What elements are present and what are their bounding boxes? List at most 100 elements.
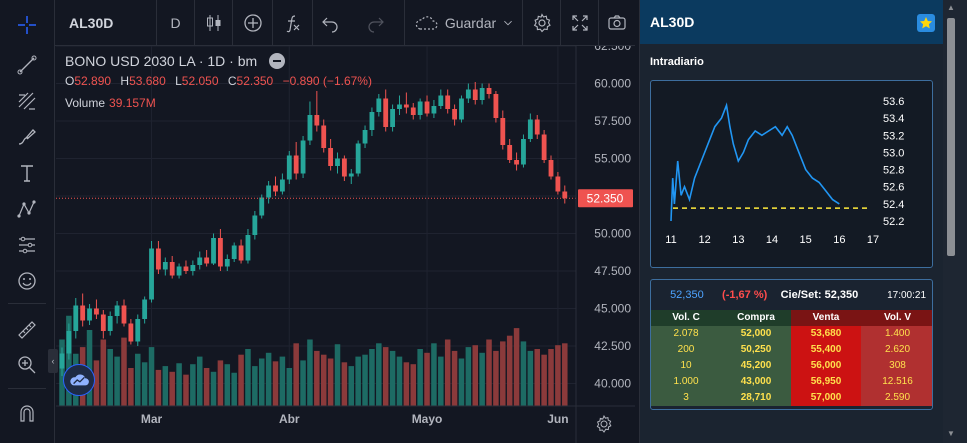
- last-price-label: 52.350: [587, 191, 624, 205]
- fullscreen-button[interactable]: [561, 0, 599, 46]
- volume-bar: [272, 361, 279, 406]
- candle: [314, 115, 320, 126]
- volume-bar: [506, 335, 513, 406]
- add-circle-icon: [243, 14, 262, 32]
- undo-button[interactable]: [313, 0, 347, 46]
- candle: [135, 319, 141, 342]
- candle: [527, 119, 533, 139]
- candle: [149, 248, 154, 300]
- volume-bar: [562, 343, 568, 406]
- price-tick-label: 55.000: [594, 152, 631, 166]
- favorite-button[interactable]: [917, 14, 935, 32]
- price-tick-label: 60.000: [594, 77, 631, 91]
- text-tool[interactable]: [10, 158, 44, 188]
- panel-scrollbar[interactable]: ▲ ▼: [943, 0, 967, 443]
- trend-line-icon: [17, 55, 37, 75]
- axis-settings-icon[interactable]: [596, 414, 612, 433]
- volume-value: 39.157M: [109, 96, 156, 110]
- volume-bar: [203, 368, 210, 406]
- intraday-y-tick: 53.0: [883, 147, 904, 159]
- volume-bar: [258, 358, 265, 406]
- scroll-up-icon[interactable]: ▲: [947, 4, 955, 12]
- candle: [376, 98, 382, 112]
- vol-c-cell: 10: [651, 358, 721, 374]
- panel-header: AL30D: [640, 0, 944, 44]
- time-tick-label: Mar: [141, 412, 163, 426]
- section-title: Intradiario: [650, 56, 704, 68]
- open-value: 52.890: [74, 74, 112, 88]
- candles-icon: [206, 15, 220, 31]
- volume-bar: [224, 364, 231, 406]
- order-book-header: Vol. C Compra Venta Vol. V: [651, 310, 932, 326]
- order-book-table: Vol. C Compra Venta Vol. V 2.078 52,000 …: [651, 310, 932, 406]
- candle: [390, 109, 396, 127]
- volume-bar: [265, 352, 272, 406]
- price-tick-label: 50.000: [594, 227, 631, 241]
- crosshair-icon: [18, 16, 36, 34]
- volume-bar: [196, 356, 203, 406]
- time-tick-label: Abr: [279, 412, 300, 426]
- expand-toolbar-tab[interactable]: ‹: [48, 349, 58, 373]
- main-chart[interactable]: 62.50060.00057.50055.00052.50050.00047.5…: [48, 46, 635, 443]
- settings-button[interactable]: [523, 0, 561, 46]
- emoji-tool[interactable]: [10, 266, 44, 296]
- candle: [493, 94, 499, 118]
- legend-collapse-button[interactable]: [269, 53, 286, 69]
- ruler-tool[interactable]: [10, 315, 44, 345]
- magnet-tool[interactable]: [10, 398, 44, 428]
- smiley-icon: [18, 272, 36, 290]
- volume-bar: [169, 371, 175, 406]
- indicators-button[interactable]: [273, 0, 313, 46]
- candle: [355, 143, 361, 174]
- candle: [273, 185, 278, 192]
- candle: [245, 235, 251, 261]
- candle: [162, 262, 168, 270]
- volume-bar: [210, 371, 217, 406]
- low-value: 52.050: [181, 74, 219, 88]
- forecast-tool[interactable]: [10, 230, 44, 260]
- table-row: 3 28,710 57,000 2.590: [651, 390, 932, 406]
- candle: [156, 248, 161, 270]
- candle: [279, 179, 285, 192]
- intraday-canvas: 53.6 53.4 53.2 53.0 52.8 52.6 52.4 52.2 11 12 13 14…: [665, 96, 904, 246]
- candle: [410, 107, 416, 115]
- candle: [87, 308, 92, 321]
- volume-bar: [534, 349, 540, 406]
- candle: [562, 191, 568, 199]
- ruler-icon: [18, 321, 36, 339]
- compare-button[interactable]: [233, 0, 273, 46]
- volume-bar: [245, 349, 251, 406]
- save-button[interactable]: Guardar: [405, 0, 523, 46]
- volume-bar: [451, 350, 458, 406]
- candle: [190, 265, 196, 271]
- candle: [521, 139, 526, 165]
- forecast-icon: [19, 236, 35, 254]
- magnet-icon: [20, 405, 34, 422]
- volume-bar: [121, 337, 127, 406]
- fib-tool[interactable]: [10, 86, 44, 116]
- scroll-down-icon[interactable]: ▼: [947, 430, 955, 438]
- candle: [266, 185, 272, 198]
- gear-icon: [533, 13, 551, 33]
- trend-line-tool[interactable]: [10, 50, 44, 80]
- venta-cell: 55,400: [791, 342, 861, 358]
- volume-bar: [493, 350, 499, 406]
- scrollbar-thumb[interactable]: [947, 18, 955, 256]
- chart-type-button[interactable]: [195, 0, 233, 46]
- candle: [362, 130, 368, 144]
- crosshair-tool[interactable]: [10, 10, 44, 40]
- vol-v-cell: 12.516: [861, 374, 932, 390]
- zoom-tool[interactable]: [10, 350, 44, 380]
- toolbar-divider: [8, 388, 46, 389]
- brush-tool[interactable]: [10, 122, 44, 152]
- text-icon: [21, 165, 33, 182]
- snapshot-button[interactable]: [599, 0, 635, 46]
- cloud-button[interactable]: [63, 364, 95, 396]
- interval-button[interactable]: D: [157, 0, 195, 46]
- candle: [94, 308, 99, 315]
- symbol-search-button[interactable]: AL30D: [55, 0, 157, 46]
- volume-bar: [190, 364, 196, 406]
- candle: [335, 158, 340, 166]
- pattern-tool[interactable]: [10, 194, 44, 224]
- redo-button[interactable]: [347, 0, 405, 46]
